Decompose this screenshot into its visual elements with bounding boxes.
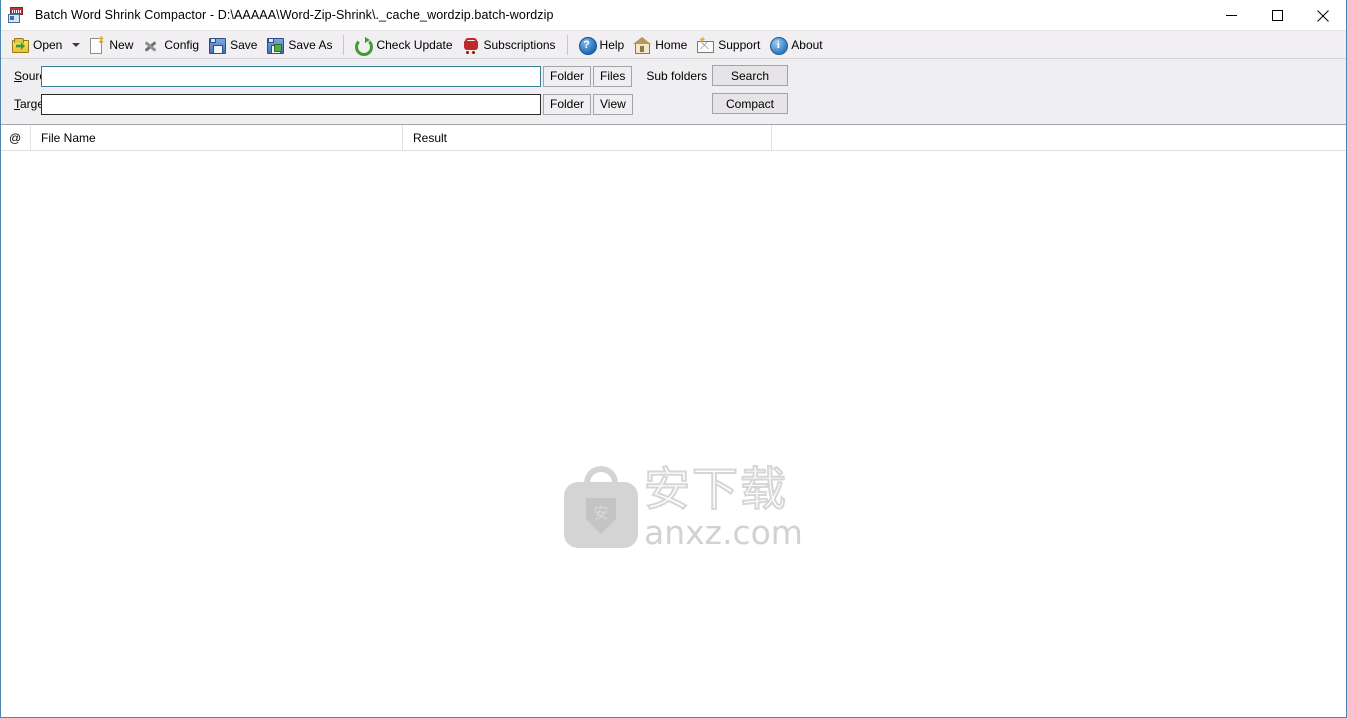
column-header-result[interactable]: Result: [403, 124, 772, 151]
toolbar: Open ✦ New Config Save Save As Check Upd…: [1, 31, 1346, 59]
target-folder-button[interactable]: Folder: [543, 93, 592, 115]
refresh-icon: [355, 36, 374, 56]
toolbar-button-home[interactable]: Home: [629, 34, 692, 56]
watermark-shield-char: 安: [593, 504, 609, 522]
source-folder-button[interactable]: Folder: [543, 65, 592, 87]
watermark: 安 安下载 anxz.com: [564, 463, 803, 556]
toolbar-separator-2: [566, 34, 568, 55]
toolbar-label-check-update: Check Update: [376, 37, 453, 52]
toolbar-label-about: About: [791, 37, 823, 52]
window-title: Batch Word Shrink Compactor - D:\AAAAA\W…: [35, 8, 554, 22]
toolbar-button-support[interactable]: ✦ Support: [692, 34, 765, 56]
floppy-disk-icon: [209, 37, 227, 54]
source-files-button[interactable]: Files: [593, 65, 633, 87]
column-header-at[interactable]: @: [1, 124, 31, 151]
minimize-button[interactable]: [1208, 0, 1254, 31]
toolbar-button-config[interactable]: Config: [138, 34, 204, 56]
toolbar-label-save-as: Save As: [288, 37, 333, 52]
toolbar-button-about[interactable]: About: [765, 34, 827, 56]
target-label: Target: [14, 97, 48, 111]
house-icon: [633, 36, 652, 54]
shopping-cart-icon: [463, 37, 479, 54]
toolbar-label-subscriptions: Subscriptions: [483, 37, 556, 52]
tools-icon: [143, 37, 159, 53]
question-circle-icon: [578, 36, 597, 55]
toolbar-separator-1: [343, 34, 345, 55]
app-icon: [8, 6, 26, 24]
close-button[interactable]: [1300, 0, 1346, 31]
toolbar-button-open[interactable]: Open: [7, 34, 67, 56]
toolbar-label-config: Config: [164, 37, 200, 52]
toolbar-button-save-as[interactable]: Save As: [262, 34, 337, 56]
toolbar-button-new[interactable]: ✦ New: [83, 34, 138, 56]
toolbar-button-subscriptions[interactable]: Subscriptions: [458, 34, 561, 56]
toolbar-button-check-update[interactable]: Check Update: [350, 34, 457, 56]
title-bar: Batch Word Shrink Compactor - D:\AAAAA\W…: [1, 0, 1346, 31]
toolbar-label-support: Support: [718, 37, 761, 52]
new-document-icon: ✦: [88, 34, 105, 54]
target-row: Target Folder View: [1, 93, 633, 115]
toolbar-label-help: Help: [599, 37, 625, 52]
watermark-chinese-text: 安下载: [643, 462, 788, 516]
toolbar-label-new: New: [109, 37, 134, 52]
file-list-header: @ File Name Result: [1, 124, 1346, 151]
application-window: Batch Word Shrink Compactor - D:\AAAAA\W…: [0, 0, 1347, 718]
column-header-file-name[interactable]: File Name: [31, 124, 403, 151]
source-row: Source Folder Files Sub folders: [1, 65, 728, 87]
toolbar-label-open: Open: [33, 37, 63, 52]
open-dropdown-arrow-icon[interactable]: [69, 34, 83, 56]
info-circle-icon: [770, 36, 789, 55]
toolbar-label-save: Save: [230, 37, 258, 52]
target-view-button[interactable]: View: [593, 93, 633, 115]
folder-open-icon: [12, 37, 29, 53]
watermark-bag-icon: 安: [564, 464, 638, 548]
source-label: Source: [14, 69, 53, 83]
search-button[interactable]: Search: [712, 65, 788, 86]
maximize-button[interactable]: [1254, 0, 1300, 31]
toolbar-button-save[interactable]: Save: [204, 34, 262, 56]
toolbar-button-help[interactable]: Help: [574, 34, 630, 56]
watermark-domain-text: anxz.com: [644, 513, 803, 552]
file-list-body[interactable]: 安 安下载 anxz.com: [1, 151, 1346, 709]
toolbar-label-home: Home: [655, 37, 688, 52]
path-form-panel: Source Folder Files Sub folders Target F…: [1, 59, 1346, 125]
compact-button[interactable]: Compact: [712, 93, 788, 114]
floppy-disk-as-icon: [267, 37, 285, 54]
target-path-input[interactable]: [41, 93, 541, 115]
window-controls: [1208, 0, 1346, 31]
sub-folders-label: Sub folders: [646, 69, 708, 83]
source-path-input[interactable]: [41, 65, 541, 87]
envelope-icon: ✦: [697, 35, 715, 53]
